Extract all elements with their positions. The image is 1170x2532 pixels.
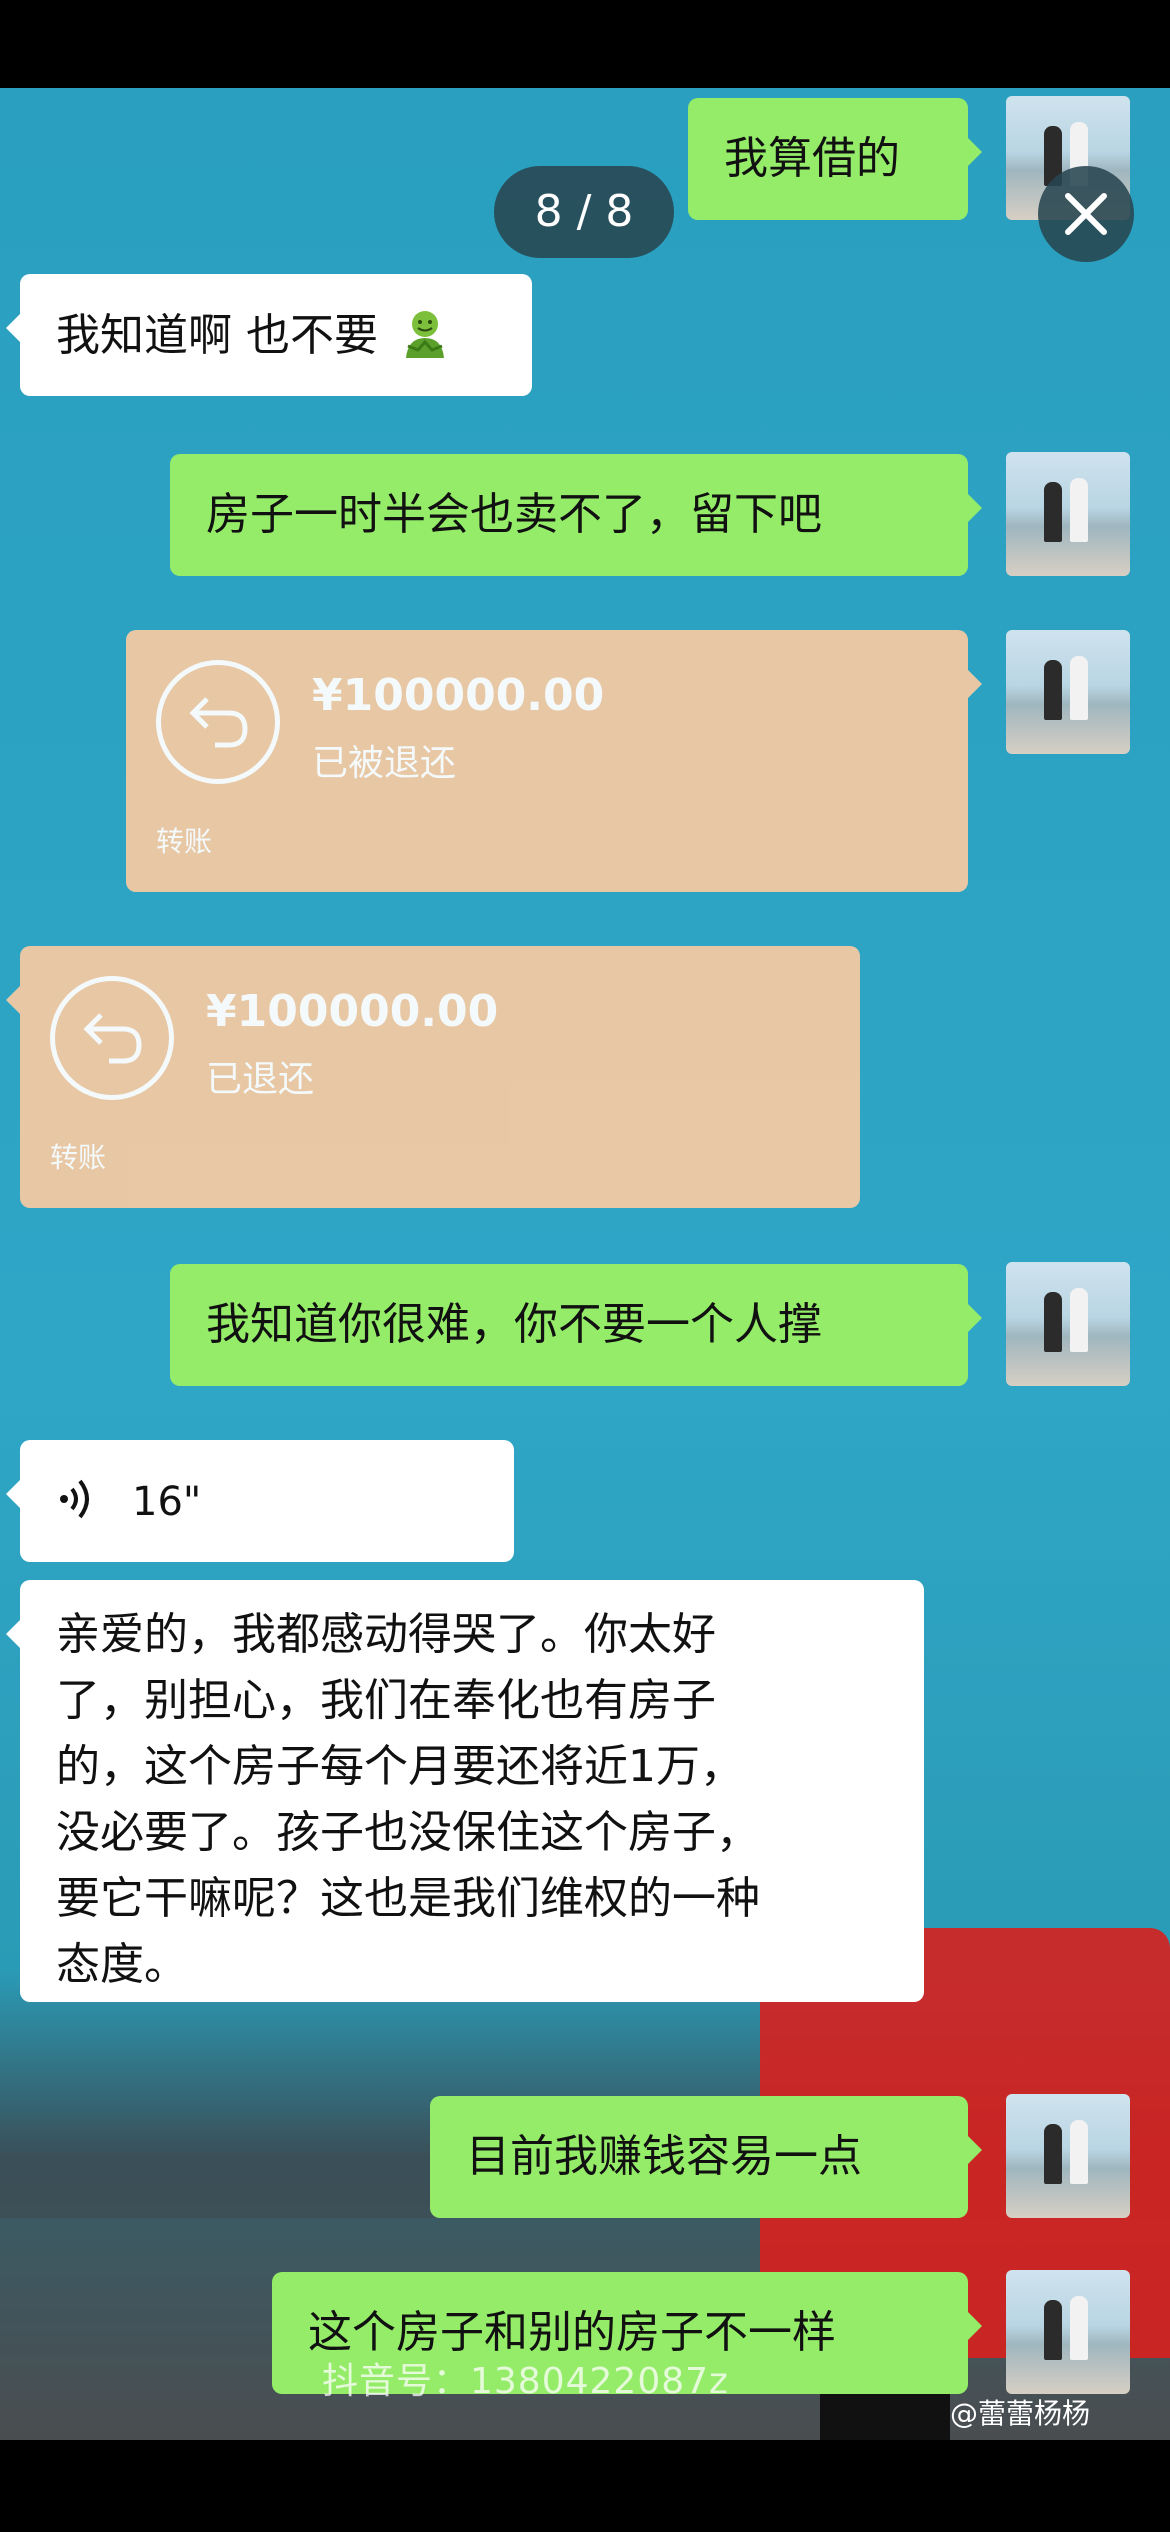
message-line: 的，这个房子每个月要还将近1万， [56,1741,744,1792]
transfer-card[interactable]: ¥100000.00 已退还 转账 [6,946,860,1208]
avatar[interactable] [1006,1262,1130,1386]
transfer-label: 转账 [156,825,213,858]
message-text: 这个房子和别的房子不一样 [308,2307,836,2358]
voice-duration: 16" [132,1479,202,1525]
message-bubble: 我知道啊 也不要 [6,274,532,396]
close-button[interactable] [1038,166,1134,262]
message-text: 我算借的 [724,133,900,184]
transfer-amount: ¥100000.00 [312,670,605,721]
bottom-black-bar [0,2440,1170,2532]
transfer-amount: ¥100000.00 [206,986,499,1037]
message-bubble: 房子一时半会也卖不了，留下吧 [170,454,982,576]
message-line: 了，别担心，我们在奉化也有房子 [56,1675,716,1726]
avatar[interactable] [1006,630,1130,754]
message-text: 房子一时半会也卖不了，留下吧 [206,489,822,540]
transfer-status: 已被退还 [312,743,457,784]
avatar[interactable] [1006,2094,1130,2218]
voice-message[interactable]: 16" [6,1440,514,1562]
message-text: 我知道啊 也不要 [56,310,378,361]
avatar[interactable] [1006,2270,1130,2394]
voice-wave-icon [60,1479,89,1519]
return-arrow-icon [50,976,174,1100]
weibo-watermark: @蕾蕾杨杨 [950,2397,1091,2430]
douyin-watermark: 抖音号：1380422087z [322,2361,729,2402]
transfer-card[interactable]: ¥100000.00 已被退还 转账 [126,630,982,892]
close-icon [1065,193,1107,235]
message-line: 没必要了。孩子也没保住这个房子， [56,1807,760,1858]
message-text: 目前我赚钱容易一点 [466,2131,862,2182]
avatar[interactable] [1006,452,1130,576]
top-black-bar [0,0,1170,88]
message-bubble: 目前我赚钱容易一点 [430,2096,982,2218]
message-line: 亲爱的，我都感动得哭了。你太好 [56,1609,716,1660]
message-text: 我知道你很难，你不要一个人撑 [206,1299,822,1350]
message-bubble: 亲爱的，我都感动得哭了。你太好 了，别担心，我们在奉化也有房子 的，这个房子每个… [6,1580,924,2002]
return-arrow-icon [156,660,280,784]
image-viewer[interactable]: 我算借的 我知道啊 也不要 房子一时半会也卖不了，留下吧 ¥100000.00 … [0,88,1170,2440]
transfer-status: 已退还 [206,1059,315,1100]
message-bubble: 我算借的 [688,98,982,220]
message-line: 态度。 [56,1939,188,1990]
message-line: 要它干嘛呢？这也是我们维权的一种 [56,1873,760,1924]
message-bubble: 我知道你很难，你不要一个人撑 [170,1264,982,1386]
image-counter: 8 / 8 [494,166,674,258]
green-face-emoji-icon [406,311,444,358]
transfer-label: 转账 [50,1141,107,1174]
